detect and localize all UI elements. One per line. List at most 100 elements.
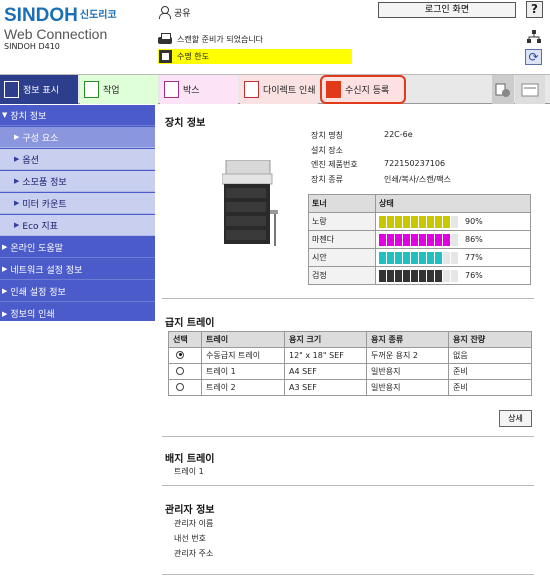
tray-detail-button[interactable]: 상세	[499, 410, 532, 427]
tray-header-size: 용지 크기	[284, 331, 367, 348]
tab-info[interactable]: 정보 표시	[0, 75, 78, 104]
main-content: 장치 정보 장치 명칭 22C-6e 설치 장소 엔진 제품번호 7221502…	[162, 108, 542, 578]
table-row: 수동급지 트레이 12" x 18" SEF 두꺼운 용지 2 없음	[168, 347, 532, 364]
arrow-right-icon: ▶	[14, 155, 20, 163]
status-text: 스캔할 준비가 되었습니다	[177, 34, 264, 44]
tray-remaining: 없음	[448, 347, 532, 364]
help-button[interactable]: ?	[526, 1, 543, 18]
sidebar-item-components[interactable]: ▶ 구성 요소	[0, 127, 155, 148]
tray-radio-2[interactable]	[176, 382, 184, 391]
toner-level-segment	[387, 251, 394, 264]
toner-row: 검정 76%	[308, 266, 531, 285]
toner-level-segment	[403, 269, 410, 282]
tray-name: 트레이 2	[201, 379, 285, 396]
arrow-right-icon: ▶	[2, 243, 8, 251]
tray-size: A4 SEF	[284, 363, 367, 380]
tray-radio-bypass[interactable]	[176, 350, 184, 359]
tab-address-register[interactable]: 수신지 등록	[320, 75, 406, 104]
product-name: Web Connection	[4, 26, 108, 42]
sidebar-item-label: 옵션	[22, 155, 39, 166]
admin-name-label: 관리자 이름	[174, 519, 214, 528]
expanded-arrow-icon: ▼	[2, 111, 8, 119]
toner-level: 90%	[375, 212, 531, 231]
model-name: SINDOH D410	[4, 42, 60, 51]
toner-percent: 76%	[465, 271, 483, 280]
toner-level-segment	[395, 233, 402, 246]
toner-status-table: 토너 상태 노랑 90% 마젠다 86% 시안 77% 검정 76%	[308, 194, 531, 285]
toner-level-segment	[443, 251, 450, 264]
sidebar-item-device-info[interactable]: ▼ 장치 정보	[0, 105, 155, 126]
sidebar-item-options[interactable]: ▶ 옵션	[0, 149, 155, 170]
toner-level-bar: 90%	[379, 215, 527, 228]
sidebar-item-network-settings[interactable]: ▶ 네트워크 설정 정보	[0, 259, 155, 280]
sidebar-item-eco[interactable]: ▶ Eco 지표	[0, 215, 155, 236]
user-label: 공유	[174, 8, 191, 19]
settings-tab-icon	[495, 83, 510, 97]
toner-level-segment	[435, 269, 442, 282]
arrow-right-icon: ▶	[14, 199, 20, 207]
sidebar-item-online-help[interactable]: ▶ 온라인 도움말	[0, 237, 155, 258]
toner-color-name: 검정	[308, 266, 376, 285]
tab-address-label: 수신지 등록	[345, 86, 390, 96]
sidebar-item-label: 구성 요소	[22, 133, 59, 144]
device-name-label: 장치 명칭	[311, 131, 343, 140]
tab-box[interactable]: 박스	[160, 75, 238, 104]
toner-level-segment	[387, 233, 394, 246]
toner-level: 77%	[375, 248, 531, 267]
sidebar-item-print-settings[interactable]: ▶ 인쇄 설정 정보	[0, 281, 155, 302]
sidebar-item-label: 인쇄 설정 정보	[10, 287, 66, 298]
toner-percent: 77%	[465, 253, 483, 262]
tray-remaining: 준비	[448, 379, 532, 396]
toner-level-bar: 77%	[379, 251, 527, 264]
admin-email-label: 관리자 주소	[174, 549, 214, 558]
sidebar-item-consumables[interactable]: ▶ 소모품 정보	[0, 171, 155, 192]
toner-level-segment	[387, 269, 394, 282]
toner-level-segment	[379, 215, 386, 228]
tab-info-label: 정보 표시	[23, 86, 59, 96]
arrow-right-icon: ▶	[2, 309, 8, 318]
toner-row: 노랑 90%	[308, 212, 531, 231]
tab-settings[interactable]	[492, 75, 514, 104]
device-type-label: 장치 종류	[311, 175, 343, 184]
toner-level-bar: 86%	[379, 233, 527, 246]
engine-serial-value: 722150237106	[384, 159, 446, 168]
output-tray-title: 배지 트레이	[165, 454, 215, 465]
sidebar-item-print-info[interactable]: ▶ 정보의 인쇄	[0, 303, 155, 324]
toner-level-segment	[387, 215, 394, 228]
warning-bar[interactable]: 수명 한도	[158, 49, 352, 64]
tab-box-label: 박스	[183, 86, 200, 96]
tab-custom[interactable]	[515, 75, 545, 104]
divider	[162, 298, 534, 299]
toner-level-segment	[435, 215, 442, 228]
brand-name: SINDOH	[4, 5, 78, 26]
tab-direct-print[interactable]: 다이렉트 인쇄	[240, 75, 318, 104]
toner-level-segment	[395, 251, 402, 264]
tray-radio-1[interactable]	[176, 366, 184, 375]
printer-image	[222, 160, 278, 246]
custom-tab-icon	[521, 83, 539, 96]
toner-percent: 90%	[465, 217, 483, 226]
sidebar-item-label: 미터 카운트	[22, 199, 67, 210]
tab-job[interactable]: 작업	[80, 75, 158, 104]
tray-name: 수동급지 트레이	[201, 347, 285, 364]
warning-text: 수명 한도	[177, 52, 209, 61]
machine-status: 스캔할 준비가 되었습니다	[158, 32, 263, 46]
refresh-button[interactable]: ⟳	[525, 49, 542, 65]
toner-level-segment	[379, 233, 386, 246]
toner-level-segment	[403, 233, 410, 246]
admin-info-title: 관리자 정보	[165, 505, 215, 516]
network-icon	[527, 30, 541, 43]
login-screen-button[interactable]: 로그인 화면	[378, 2, 516, 18]
toner-level-segment	[451, 269, 458, 282]
toner-color-name: 노랑	[308, 212, 376, 231]
sidebar-item-label: 소모품 정보	[22, 177, 67, 188]
toner-level-segment	[451, 233, 458, 246]
toner-level-segment	[427, 269, 434, 282]
header: SINDOH 신도리코 Web Connection SINDOH D410 공유…	[0, 0, 550, 72]
address-tab-icon	[326, 81, 341, 98]
toner-level-segment	[435, 251, 442, 264]
tray-header-type: 용지 종류	[366, 331, 449, 348]
sidebar-item-meter-count[interactable]: ▶ 미터 카운트	[0, 193, 155, 214]
main-tabs: 정보 표시 작업 박스 다이렉트 인쇄 수신지 등록	[0, 74, 550, 104]
toner-level-segment	[419, 215, 426, 228]
